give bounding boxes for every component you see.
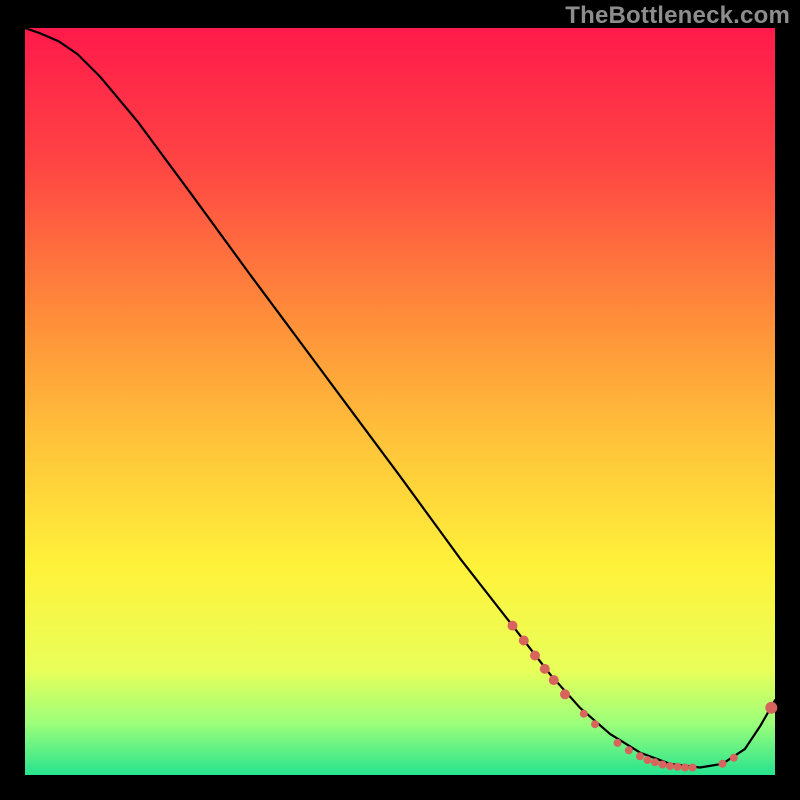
- marker-dot: [644, 756, 652, 764]
- plot-background: [25, 28, 775, 775]
- marker-dot: [730, 754, 738, 762]
- marker-dot: [580, 710, 588, 718]
- marker-dot: [689, 764, 697, 772]
- marker-dot: [549, 675, 559, 685]
- marker-dot: [681, 764, 689, 772]
- marker-dot: [540, 664, 550, 674]
- chart-svg: [0, 0, 800, 800]
- marker-dot: [591, 720, 599, 728]
- marker-dot: [636, 752, 644, 760]
- marker-dot: [666, 762, 674, 770]
- marker-dot: [659, 761, 667, 769]
- marker-dot: [651, 758, 659, 766]
- marker-dot: [719, 760, 727, 768]
- chart-container: TheBottleneck.com: [0, 0, 800, 800]
- marker-dot: [674, 763, 682, 771]
- marker-dot: [625, 746, 633, 754]
- marker-dot: [508, 621, 518, 631]
- marker-dot: [519, 636, 529, 646]
- marker-dot: [765, 702, 777, 714]
- marker-dot: [530, 651, 540, 661]
- marker-dot: [614, 739, 622, 747]
- marker-dot: [560, 689, 570, 699]
